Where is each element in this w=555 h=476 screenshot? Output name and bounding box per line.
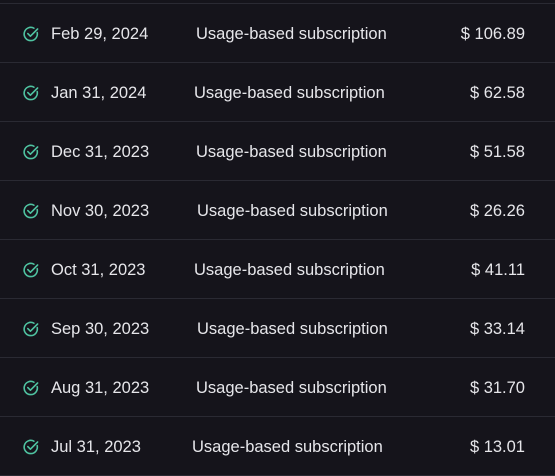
invoice-row[interactable]: Sep 30, 2023 Usage-based subscription $ …	[0, 299, 555, 358]
invoice-date: Oct 31, 2023	[51, 261, 146, 279]
invoice-date: Aug 31, 2023	[51, 379, 150, 397]
invoice-amount: $ 51.58	[469, 143, 525, 161]
invoice-description: Usage-based subscription	[194, 261, 385, 279]
invoice-description: Usage-based subscription	[197, 320, 388, 338]
invoice-row[interactable]: Jan 31, 2024 Usage-based subscription $ …	[0, 63, 555, 122]
invoice-description: Usage-based subscription	[196, 143, 387, 161]
invoice-row[interactable]: Feb 29, 2024 Usage-based subscription $ …	[0, 4, 555, 63]
check-circle-icon	[23, 262, 39, 278]
invoice-row[interactable]: Nov 30, 2023 Usage-based subscription $ …	[0, 181, 555, 240]
invoice-description: Usage-based subscription	[194, 84, 385, 102]
invoice-date: Jan 31, 2024	[51, 84, 147, 102]
invoice-row[interactable]: Aug 31, 2023 Usage-based subscription $ …	[0, 358, 555, 417]
invoice-amount: $ 41.11	[471, 261, 525, 279]
invoice-date: Feb 29, 2024	[51, 25, 149, 43]
invoice-row[interactable]: Dec 31, 2023 Usage-based subscription $ …	[0, 122, 555, 181]
invoice-description: Usage-based subscription	[192, 438, 383, 456]
check-circle-icon	[23, 321, 39, 337]
invoice-amount: $ 62.58	[469, 84, 525, 102]
check-circle-icon	[23, 380, 39, 396]
invoice-amount: $ 26.26	[469, 202, 525, 220]
check-circle-icon	[23, 203, 39, 219]
invoice-date: Dec 31, 2023	[51, 143, 150, 161]
invoice-date: Nov 30, 2023	[51, 202, 150, 220]
invoice-row[interactable]: Jul 31, 2023 Usage-based subscription $ …	[0, 417, 555, 476]
invoice-amount: $ 106.89	[460, 25, 525, 43]
check-circle-icon	[23, 439, 39, 455]
invoice-description: Usage-based subscription	[196, 379, 387, 397]
invoice-amount: $ 31.70	[469, 379, 525, 397]
invoice-amount: $ 13.01	[469, 438, 525, 456]
invoice-date: Sep 30, 2023	[51, 320, 150, 338]
check-circle-icon	[23, 144, 39, 160]
invoice-description: Usage-based subscription	[197, 202, 388, 220]
invoice-date: Jul 31, 2023	[51, 438, 141, 456]
check-circle-icon	[23, 85, 39, 101]
invoice-row[interactable]: Oct 31, 2023 Usage-based subscription $ …	[0, 240, 555, 299]
check-circle-icon	[23, 26, 39, 42]
invoice-description: Usage-based subscription	[196, 25, 387, 43]
invoice-list: Feb 29, 2024 Usage-based subscription $ …	[0, 0, 555, 476]
invoice-amount: $ 33.14	[469, 320, 525, 338]
